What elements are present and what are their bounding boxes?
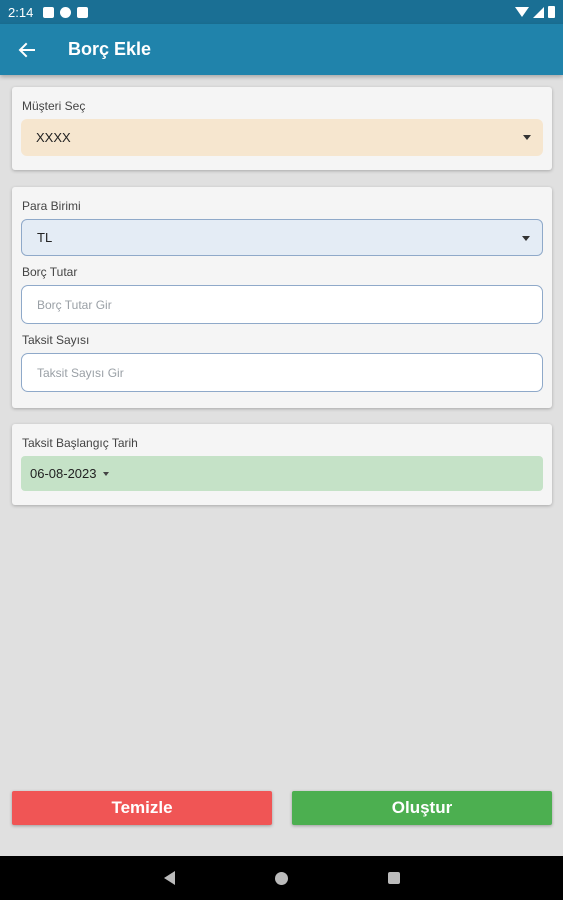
app-bar: Borç Ekle — [0, 24, 563, 75]
amount-input[interactable] — [21, 285, 543, 324]
currency-dropdown[interactable]: TL — [21, 219, 543, 256]
sd-card-icon — [77, 6, 89, 18]
notification-icon — [43, 6, 55, 18]
status-bar: 2:14 — [0, 0, 563, 24]
amount-label: Borç Tutar — [22, 265, 78, 279]
currency-label: Para Birimi — [22, 199, 81, 213]
date-label: Taksit Başlangıç Tarih — [22, 436, 138, 450]
app-notification-icon — [60, 6, 72, 18]
arrow-left-icon — [18, 42, 35, 57]
dropdown-arrow-icon — [522, 236, 530, 241]
wifi-icon — [515, 7, 529, 17]
navigation-bar — [0, 856, 563, 900]
customer-label: Müşteri Seç — [22, 99, 86, 113]
customer-dropdown[interactable]: XXXX — [21, 119, 543, 156]
installments-input[interactable] — [21, 353, 543, 392]
battery-icon — [548, 6, 555, 18]
status-right — [515, 6, 555, 18]
customer-selected-value: XXXX — [36, 130, 71, 145]
debt-details-card: Para Birimi TL Borç Tutar Taksit Sayısı — [12, 187, 552, 408]
status-time: 2:14 — [8, 4, 34, 20]
create-button[interactable]: Oluştur — [292, 791, 552, 825]
date-value: 06-08-2023 — [30, 466, 97, 481]
installments-label: Taksit Sayısı — [22, 333, 90, 347]
clear-button[interactable]: Temizle — [12, 791, 272, 825]
dropdown-arrow-icon — [523, 135, 531, 140]
nav-back-icon[interactable] — [163, 871, 175, 885]
start-date-picker[interactable]: 06-08-2023 — [21, 456, 543, 491]
nav-recent-apps-icon[interactable] — [387, 872, 400, 884]
page-title: Borç Ekle — [68, 39, 152, 59]
signal-icon — [533, 6, 544, 18]
back-button[interactable] — [0, 24, 54, 75]
date-card: Taksit Başlangıç Tarih 06-08-2023 — [12, 424, 552, 505]
currency-selected-value: TL — [37, 230, 53, 245]
nav-home-icon[interactable] — [274, 871, 288, 885]
customer-card: Müşteri Seç XXXX — [12, 87, 552, 170]
dropdown-arrow-icon — [102, 471, 109, 476]
status-left: 2:14 — [8, 4, 89, 20]
